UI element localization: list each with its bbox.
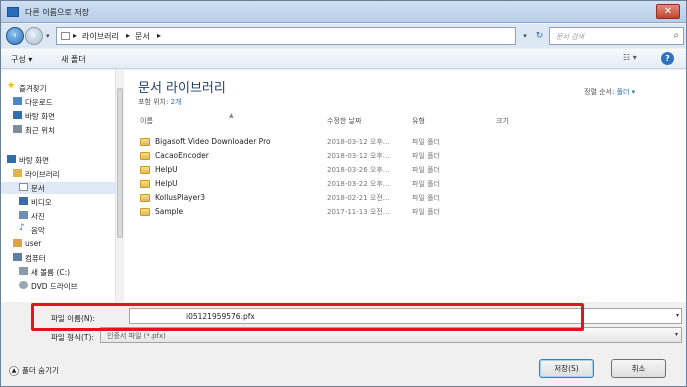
file-row[interactable]: Sample 2017-11-13 오전... 파일 폴더: [140, 206, 540, 219]
nav-item-desktop[interactable]: 바탕 화면: [1, 110, 116, 122]
arrange-dropdown[interactable]: 폴더 ▾: [617, 88, 636, 96]
includes-label: 포함 위치:: [138, 98, 169, 106]
app-icon: [7, 7, 19, 17]
save-button[interactable]: 저장(S): [539, 359, 594, 378]
breadcrumb-documents[interactable]: 문서: [135, 31, 150, 42]
video-icon: [19, 197, 28, 205]
library-subtitle: 포함 위치: 2개: [138, 97, 181, 107]
organize-button[interactable]: 구성 ▾: [11, 54, 32, 65]
locations-link[interactable]: 2개: [171, 98, 182, 106]
refresh-icon[interactable]: ↻: [532, 27, 547, 45]
filetype-value: 인증서 파일 (*.pfx): [107, 332, 166, 340]
hide-folders-toggle[interactable]: ▲ 폴더 숨기기: [9, 365, 59, 376]
highlight-box: [31, 303, 584, 331]
new-folder-button[interactable]: 새 폴더: [61, 54, 86, 65]
file-row[interactable]: KollusPlayer3 2018-02-21 오전... 파일 폴더: [140, 192, 540, 205]
cancel-button[interactable]: 취소: [611, 359, 666, 378]
title-bar: 다른 이름으로 저장 ✕: [1, 1, 686, 23]
filetype-label: 파일 형식(T):: [51, 333, 94, 342]
search-box[interactable]: 문서 검색 ⌕: [549, 27, 684, 45]
column-header-name[interactable]: 이름: [140, 116, 153, 126]
folder-icon: [140, 180, 150, 188]
filetype-dropdown-icon[interactable]: ▾: [675, 331, 678, 338]
filename-dropdown-icon[interactable]: ▾: [676, 312, 679, 319]
folder-icon: [140, 194, 150, 202]
nav-item-downloads[interactable]: 다운로드: [1, 96, 116, 108]
nav-item-local-disk[interactable]: 새 볼륨 (C:): [1, 266, 116, 278]
user-icon: [13, 239, 22, 247]
folder-icon: [140, 138, 150, 146]
address-bar[interactable]: ▸ 라이브러리 ▸ 문서 ▸: [56, 27, 516, 45]
navigation-pane: ★ 즐겨찾기 다운로드 바탕 화면 최근 위치 바탕 화면 라이브러리 문서 비…: [1, 70, 123, 302]
star-icon: ★: [7, 81, 16, 91]
save-as-dialog: 다른 이름으로 저장 ✕ ‹ › ▾ ▸ 라이브러리 ▸ 문서 ▸ ▾ ↻ 문서…: [0, 0, 687, 387]
hide-folders-label: 폴더 숨기기: [22, 366, 59, 375]
breadcrumb-separator-icon: ▸: [126, 31, 131, 40]
breadcrumb-separator-icon: ▸: [73, 31, 78, 40]
file-row[interactable]: HelpU 2018-03-26 오후... 파일 폴더: [140, 164, 540, 177]
file-row[interactable]: HelpU 2018-03-22 오후... 파일 폴더: [140, 178, 540, 191]
help-button[interactable]: ?: [661, 52, 674, 65]
folder-icon: [140, 208, 150, 216]
scrollbar-thumb[interactable]: [117, 88, 123, 238]
nav-item-user[interactable]: user: [1, 238, 116, 250]
search-icon[interactable]: ⌕: [673, 30, 679, 41]
arrange-label: 정렬 순서:: [584, 88, 615, 96]
window-title: 다른 이름으로 저장: [25, 8, 89, 17]
toolbar: 구성 ▾ 새 폴더 ☷ ▾ ?: [1, 49, 686, 69]
nav-item-dvd-drive[interactable]: DVD 드라이브: [1, 280, 116, 292]
folder-icon: [140, 152, 150, 160]
address-row: ‹ › ▾ ▸ 라이브러리 ▸ 문서 ▸ ▾ ↻ 문서 검색 ⌕: [1, 24, 686, 48]
drive-icon: [19, 267, 28, 275]
folder-icon: [61, 32, 70, 40]
nav-item-desktop-root[interactable]: 바탕 화면: [1, 154, 116, 166]
column-header-type[interactable]: 유형: [412, 116, 425, 126]
file-list-pane: 문서 라이브러리 포함 위치: 2개 정렬 순서: 폴더 ▾ ▲ 이름 수정한 …: [124, 70, 686, 302]
breadcrumb-library[interactable]: 라이브러리: [82, 31, 119, 42]
nav-item-favorites[interactable]: ★ 즐겨찾기: [1, 81, 116, 94]
nav-item-pictures[interactable]: 사진: [1, 210, 116, 222]
document-icon: [19, 183, 28, 191]
desktop-icon: [7, 155, 16, 163]
folder-icon: [140, 166, 150, 174]
download-folder-icon: [13, 97, 22, 105]
picture-icon: [19, 211, 28, 219]
nav-item-computer[interactable]: 컴퓨터: [1, 252, 116, 264]
column-header-size[interactable]: 크기: [496, 116, 509, 126]
navigation-scrollbar[interactable]: [115, 70, 123, 302]
desktop-icon: [13, 111, 22, 119]
recent-icon: [13, 125, 22, 133]
file-row[interactable]: Bigasoft Video Downloader Pro 2018-03-12…: [140, 136, 540, 149]
breadcrumb-separator-icon: ▸: [157, 31, 162, 40]
sort-arrow-icon: ▲: [229, 112, 234, 119]
dvd-drive-icon: [19, 281, 28, 289]
close-button[interactable]: ✕: [656, 4, 680, 19]
nav-item-documents[interactable]: 문서: [1, 182, 116, 194]
search-placeholder: 문서 검색: [556, 33, 584, 41]
music-icon: ♪: [19, 223, 25, 233]
library-title: 문서 라이브러리: [138, 81, 226, 96]
library-icon: [13, 169, 22, 177]
chevron-up-icon: ▲: [9, 366, 19, 376]
back-button[interactable]: ‹: [6, 27, 24, 45]
nav-item-libraries[interactable]: 라이브러리: [1, 168, 116, 180]
nav-item-music[interactable]: ♪ 음악: [1, 223, 116, 236]
nav-item-recent-places[interactable]: 최근 위치: [1, 124, 116, 136]
forward-button[interactable]: ›: [25, 27, 43, 45]
arrange-by: 정렬 순서: 폴더 ▾: [584, 87, 635, 97]
column-header-date[interactable]: 수정한 날짜: [327, 116, 361, 126]
nav-item-videos[interactable]: 비디오: [1, 196, 116, 208]
recent-pages-dropdown-icon[interactable]: ▾: [46, 32, 50, 40]
address-dropdown-icon[interactable]: ▾: [519, 27, 531, 45]
computer-icon: [13, 253, 22, 261]
view-options-button[interactable]: ☷ ▾: [623, 53, 637, 62]
file-row[interactable]: CacaoEncoder 2018-03-12 오후... 파일 폴더: [140, 150, 540, 163]
